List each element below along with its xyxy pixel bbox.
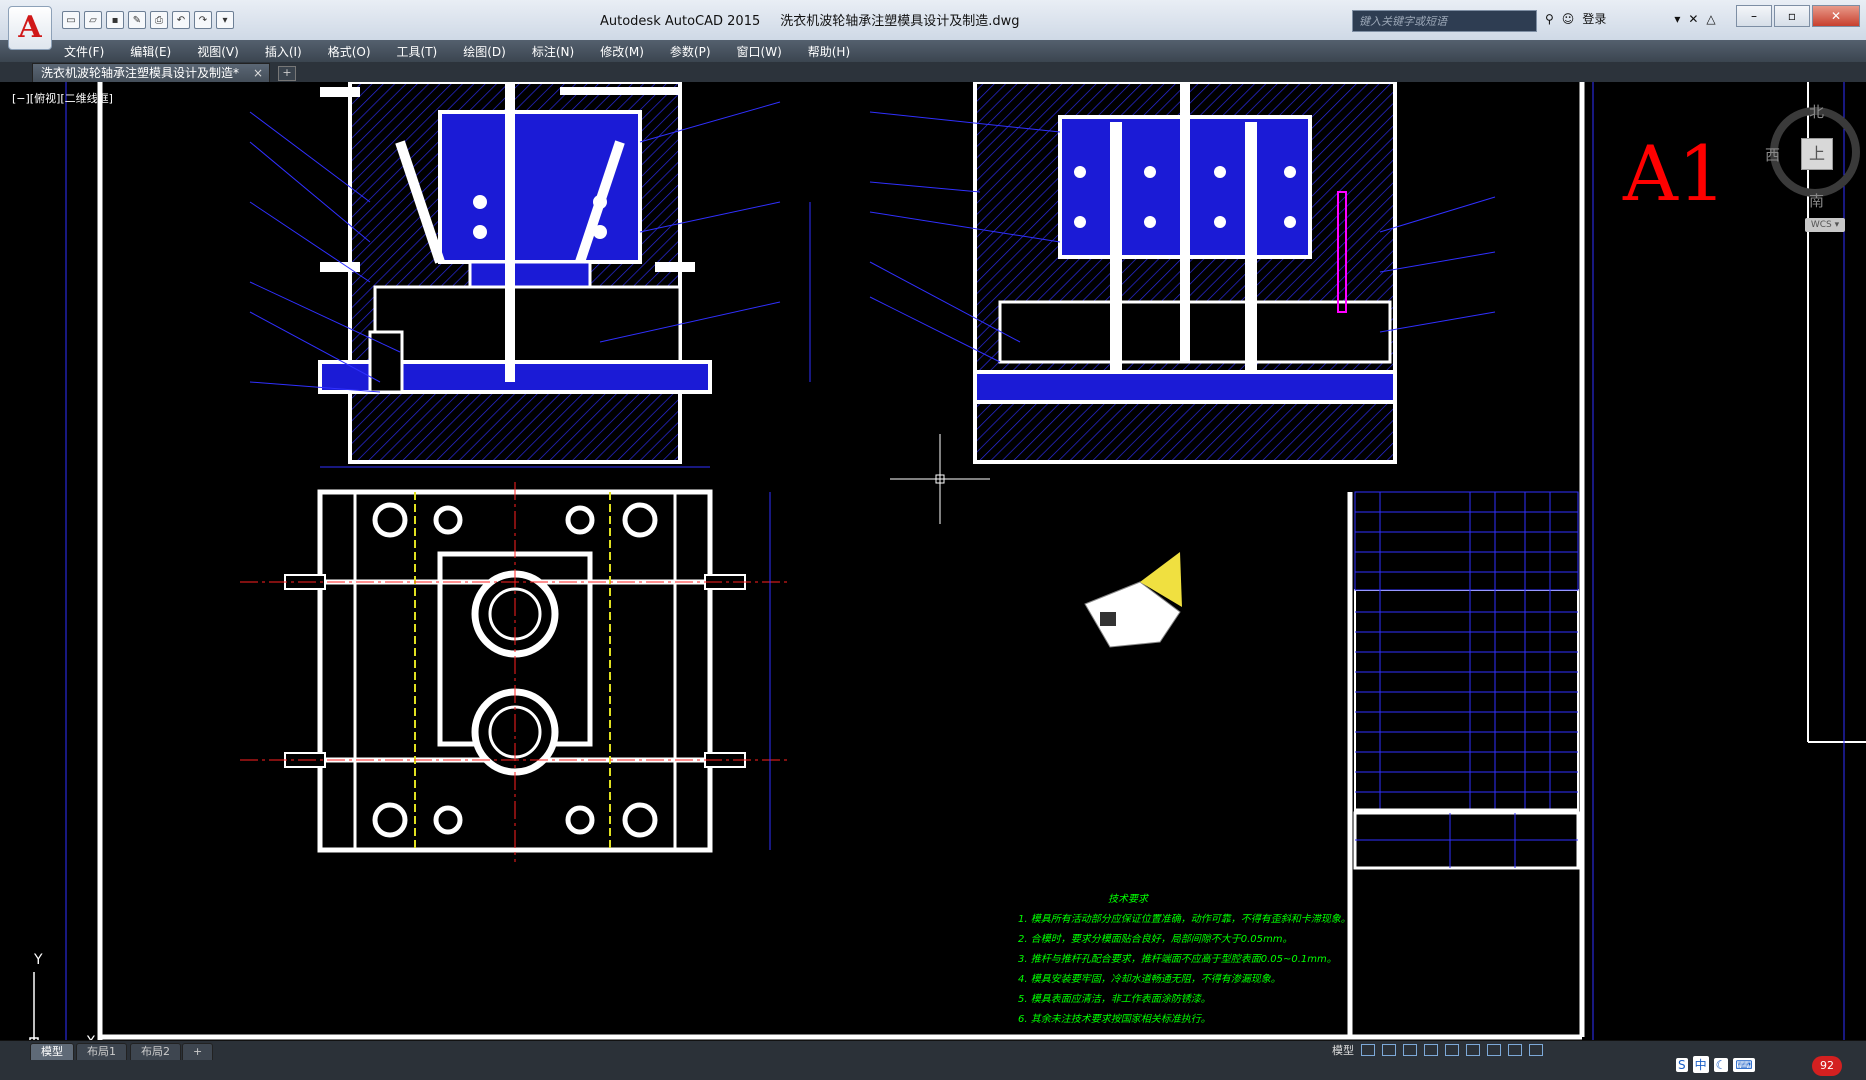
menu-help[interactable]: 帮助(H) bbox=[808, 43, 850, 60]
document-tab[interactable]: 洗衣机波轮轴承注塑模具设计及制造* × bbox=[32, 63, 270, 82]
sheet-size-label: A1 bbox=[1623, 129, 1727, 218]
tech-item: 3. 推杆与推杆孔配合要求，推杆端面不应高于型腔表面0.05~0.1mm。 bbox=[1018, 954, 1337, 965]
open-icon[interactable]: ▱ bbox=[84, 11, 102, 29]
quick-access-toolbar: ▭ ▱ ▪ ✎ ⎙ ↶ ↷ ▾ bbox=[62, 9, 234, 31]
menu-bar: 文件(F) 编辑(E) 视图(V) 插入(I) 格式(O) 工具(T) 绘图(D… bbox=[0, 40, 1866, 62]
login-link[interactable]: 登录 bbox=[1582, 10, 1606, 27]
tech-item: 1. 模具所有活动部分应保证位置准确，动作可靠，不得有歪斜和卡滞现象。 bbox=[1018, 914, 1351, 925]
user-icon[interactable]: ☺ bbox=[1562, 12, 1575, 26]
window-controls: – ▫ ✕ bbox=[1736, 5, 1860, 27]
title-tools: ⚲ ☺ 登录 ▾ ✕ △ ? bbox=[1545, 10, 1750, 27]
wcs-dropdown[interactable]: WCS ▾ bbox=[1805, 218, 1845, 232]
tech-item: 2. 合模时，要求分模面贴合良好，局部间隙不大于0.05mm。 bbox=[1018, 934, 1293, 945]
binoculars-icon[interactable]: ⚲ bbox=[1545, 12, 1554, 26]
menu-edit[interactable]: 编辑(E) bbox=[130, 43, 171, 60]
drawing-viewport[interactable]: [−][俯视][二维线框] A1 北 西 南 上 WCS ▾ 技术要求 1. 模… bbox=[0, 82, 1866, 1040]
workspace-icon[interactable] bbox=[1529, 1044, 1543, 1056]
viewcube-north[interactable]: 北 bbox=[1809, 101, 1824, 122]
redo-icon[interactable]: ↷ bbox=[194, 11, 212, 29]
tab-layout1[interactable]: 布局1 bbox=[76, 1043, 127, 1061]
ucs-y-label: Y bbox=[34, 952, 43, 968]
ime-moon-icon[interactable]: ☾ bbox=[1713, 1057, 1729, 1072]
tab-model[interactable]: 模型 bbox=[30, 1043, 74, 1061]
title-bar: ▭ ▱ ▪ ✎ ⎙ ↶ ↷ ▾ Autodesk AutoCAD 2015 洗衣机… bbox=[0, 0, 1866, 41]
ime-language[interactable]: 中 bbox=[1692, 1056, 1709, 1073]
ucs-icon: Y X bbox=[22, 952, 102, 1040]
new-tab-button[interactable]: + bbox=[278, 66, 296, 81]
menu-insert[interactable]: 插入(I) bbox=[265, 43, 302, 60]
parts-list-table bbox=[1347, 491, 1580, 1037]
application-menu-button[interactable]: A bbox=[8, 6, 52, 50]
tech-title: 技术要求 bbox=[1108, 894, 1148, 905]
document-tab-label: 洗衣机波轮轴承注塑模具设计及制造* bbox=[41, 66, 240, 80]
3d-part-view bbox=[1084, 552, 1182, 648]
plan-view bbox=[240, 466, 790, 862]
ortho-icon[interactable] bbox=[1403, 1044, 1417, 1056]
app-name: Autodesk AutoCAD 2015 bbox=[600, 14, 761, 29]
document-tab-bar: 洗衣机波轮轴承注塑模具设计及制造* × + bbox=[0, 62, 1866, 83]
cad-drawing bbox=[65, 82, 1866, 1040]
otrack-icon[interactable] bbox=[1466, 1044, 1480, 1056]
viewport-controls-label[interactable]: [−][俯视][二维线框] bbox=[12, 90, 113, 106]
menu-dimension[interactable]: 标注(N) bbox=[532, 43, 574, 60]
exchange-icon[interactable]: ✕ bbox=[1688, 12, 1698, 26]
tech-item: 6. 其余未注技术要求按国家相关标准执行。 bbox=[1018, 1014, 1211, 1025]
save-icon[interactable]: ▪ bbox=[106, 11, 124, 29]
menu-file[interactable]: 文件(F) bbox=[64, 43, 104, 60]
viewcube-top-face[interactable]: 上 bbox=[1801, 138, 1833, 170]
layout-tab-bar: 模型 布局1 布局2 + bbox=[0, 1040, 1866, 1061]
menu-tools[interactable]: 工具(T) bbox=[397, 43, 438, 60]
new-icon[interactable]: ▭ bbox=[62, 11, 80, 29]
menu-view[interactable]: 视图(V) bbox=[197, 43, 239, 60]
notification-badge[interactable]: 92 bbox=[1812, 1056, 1842, 1076]
a360-icon[interactable]: △ bbox=[1706, 12, 1715, 26]
chevron-down-icon[interactable]: ▾ bbox=[1674, 12, 1680, 26]
menu-parametric[interactable]: 参数(P) bbox=[670, 43, 711, 60]
menu-format[interactable]: 格式(O) bbox=[328, 43, 371, 60]
section-view-right bbox=[869, 82, 1496, 464]
restore-button[interactable]: ▫ bbox=[1774, 5, 1810, 27]
file-name: 洗衣机波轮轴承注塑模具设计及制造.dwg bbox=[780, 14, 1020, 29]
status-bar: 模型 bbox=[0, 1044, 1866, 1080]
menu-window[interactable]: 窗口(W) bbox=[737, 43, 782, 60]
tech-item: 4. 模具安装要牢固，冷却水道畅通无阻，不得有渗漏现象。 bbox=[1018, 974, 1281, 985]
menu-draw[interactable]: 绘图(D) bbox=[463, 43, 506, 60]
tab-layout2[interactable]: 布局2 bbox=[130, 1043, 181, 1061]
annotation-icon[interactable] bbox=[1508, 1044, 1522, 1056]
close-tab-icon[interactable]: × bbox=[253, 64, 263, 83]
autocad-logo-icon: A bbox=[18, 10, 42, 45]
osnap-icon[interactable] bbox=[1445, 1044, 1459, 1056]
menu-modify[interactable]: 修改(M) bbox=[600, 43, 644, 60]
lineweight-icon[interactable] bbox=[1487, 1044, 1501, 1056]
viewcube-south[interactable]: 南 bbox=[1809, 190, 1824, 211]
snap-icon[interactable] bbox=[1382, 1044, 1396, 1056]
ime-toolbar: S 中 ☾ ⌨ bbox=[1676, 1056, 1755, 1073]
viewcube[interactable]: 北 西 南 上 WCS ▾ bbox=[1765, 100, 1865, 232]
minimize-button[interactable]: – bbox=[1736, 5, 1772, 27]
add-layout-button[interactable]: + bbox=[182, 1043, 214, 1061]
status-tools: 模型 bbox=[1332, 1040, 1543, 1060]
technical-requirements: 技术要求 1. 模具所有活动部分应保证位置准确，动作可靠，不得有歪斜和卡滞现象。… bbox=[1018, 890, 1351, 1030]
ime-logo-icon[interactable]: S bbox=[1676, 1057, 1688, 1072]
model-space-toggle[interactable]: 模型 bbox=[1332, 1042, 1354, 1058]
polar-icon[interactable] bbox=[1424, 1044, 1438, 1056]
search-input[interactable]: 键入关键字或短语 bbox=[1352, 10, 1537, 32]
customize-dropdown-icon[interactable]: ▾ bbox=[216, 11, 234, 29]
close-button[interactable]: ✕ bbox=[1812, 5, 1860, 27]
undo-icon[interactable]: ↶ bbox=[172, 11, 190, 29]
save-as-icon[interactable]: ✎ bbox=[128, 11, 146, 29]
print-icon[interactable]: ⎙ bbox=[150, 11, 168, 29]
grid-icon[interactable] bbox=[1361, 1044, 1375, 1056]
section-view-left bbox=[249, 82, 811, 464]
window-title: Autodesk AutoCAD 2015 洗衣机波轮轴承注塑模具设计及制造.dw… bbox=[600, 10, 1020, 29]
viewcube-west[interactable]: 西 bbox=[1765, 144, 1780, 165]
tech-item: 5. 模具表面应清洁，非工作表面涂防锈漆。 bbox=[1018, 994, 1211, 1005]
ime-keyboard-icon[interactable]: ⌨ bbox=[1733, 1057, 1755, 1072]
